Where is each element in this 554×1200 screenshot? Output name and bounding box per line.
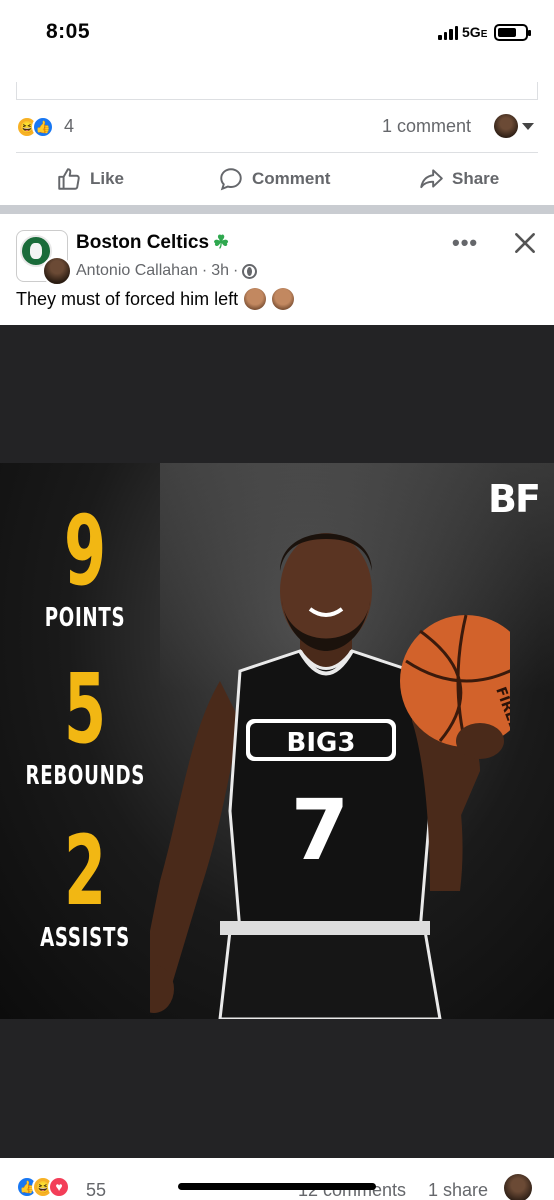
comment-button[interactable]: Comment	[218, 166, 330, 192]
stat-assists: 2 ASSISTS	[0, 823, 170, 953]
battery-icon	[494, 24, 531, 41]
reaction-count[interactable]: 4	[64, 116, 74, 137]
page-name-row: Boston Celtics ☘	[76, 232, 229, 254]
stats-graphic[interactable]: BF 9 POINTS 5 REBOUNDS 2 ASSISTS BIG3 7	[0, 463, 554, 1019]
post-header: Boston Celtics ☘ Antonio Callahan · 3h · …	[0, 220, 554, 324]
clover-emoji: ☘	[213, 232, 230, 252]
previous-post-stats: 😆 👍 4 1 comment	[0, 106, 554, 146]
close-icon[interactable]	[512, 230, 538, 256]
stat-rebounds: 5 REBOUNDS	[0, 661, 170, 791]
jersey-number: 7	[291, 781, 349, 879]
post-time[interactable]: 3h	[211, 262, 229, 280]
like-reaction-icon: 👍	[32, 116, 54, 138]
comment-bubble-icon	[220, 168, 242, 191]
network-indicator: 5GE	[462, 24, 488, 40]
stat-value: 2	[63, 815, 107, 927]
previous-post-content-edge	[16, 82, 538, 100]
post-caption: They must of forced him left	[16, 288, 295, 310]
stat-label: POINTS	[44, 603, 126, 633]
share-button[interactable]: Share	[418, 166, 499, 192]
share-arrow-icon	[420, 169, 443, 189]
comment-label: Comment	[252, 169, 331, 188]
page-name[interactable]: Boston Celtics	[76, 232, 209, 253]
love-reaction-icon: ♥	[48, 1176, 70, 1198]
stat-value: 5	[63, 653, 107, 765]
facepalm-emoji-icon	[244, 288, 267, 310]
post-media[interactable]: BF 9 POINTS 5 REBOUNDS 2 ASSISTS BIG3 7	[0, 325, 554, 1158]
facepalm-emoji-icon	[272, 288, 295, 310]
share-label: Share	[452, 169, 500, 188]
status-time: 8:05	[46, 20, 91, 43]
thumbs-up-icon	[58, 168, 80, 190]
divider	[16, 152, 538, 153]
globe-icon	[242, 263, 258, 279]
author-avatar[interactable]	[42, 256, 72, 286]
chevron-down-icon[interactable]	[522, 123, 534, 130]
status-bar: 8:05 5GE	[0, 0, 554, 66]
stat-points: 9 POINTS	[0, 503, 170, 633]
like-label: Like	[90, 169, 125, 188]
reaction-icons[interactable]: 👍 😆 ♥	[16, 1176, 70, 1198]
commenter-avatar[interactable]	[504, 1174, 532, 1200]
reaction-count[interactable]: 55	[86, 1180, 106, 1200]
player-illustration: BIG3 7 FIREBALL	[150, 533, 510, 1019]
stat-label: ASSISTS	[40, 923, 130, 953]
home-indicator[interactable]	[178, 1183, 376, 1190]
stat-label: REBOUNDS	[25, 761, 146, 791]
post-meta: Antonio Callahan · 3h ·	[76, 262, 258, 280]
commenter-avatar[interactable]	[494, 114, 518, 138]
post-action-bar: Like Comment Share	[0, 158, 554, 198]
author-name[interactable]: Antonio Callahan	[76, 262, 198, 280]
signal-icon	[438, 26, 458, 40]
jersey-logo-text: BIG3	[287, 728, 356, 758]
more-options-button[interactable]: •••	[452, 230, 478, 256]
reaction-icons[interactable]: 😆 👍	[16, 116, 54, 138]
stat-value: 9	[63, 495, 107, 607]
caption-text: They must of forced him left	[16, 288, 239, 309]
like-button[interactable]: Like	[56, 166, 124, 192]
feed-separator	[0, 205, 554, 214]
shares-count-link[interactable]: 1 share	[428, 1180, 488, 1200]
comments-count-link[interactable]: 1 comment	[382, 116, 471, 137]
